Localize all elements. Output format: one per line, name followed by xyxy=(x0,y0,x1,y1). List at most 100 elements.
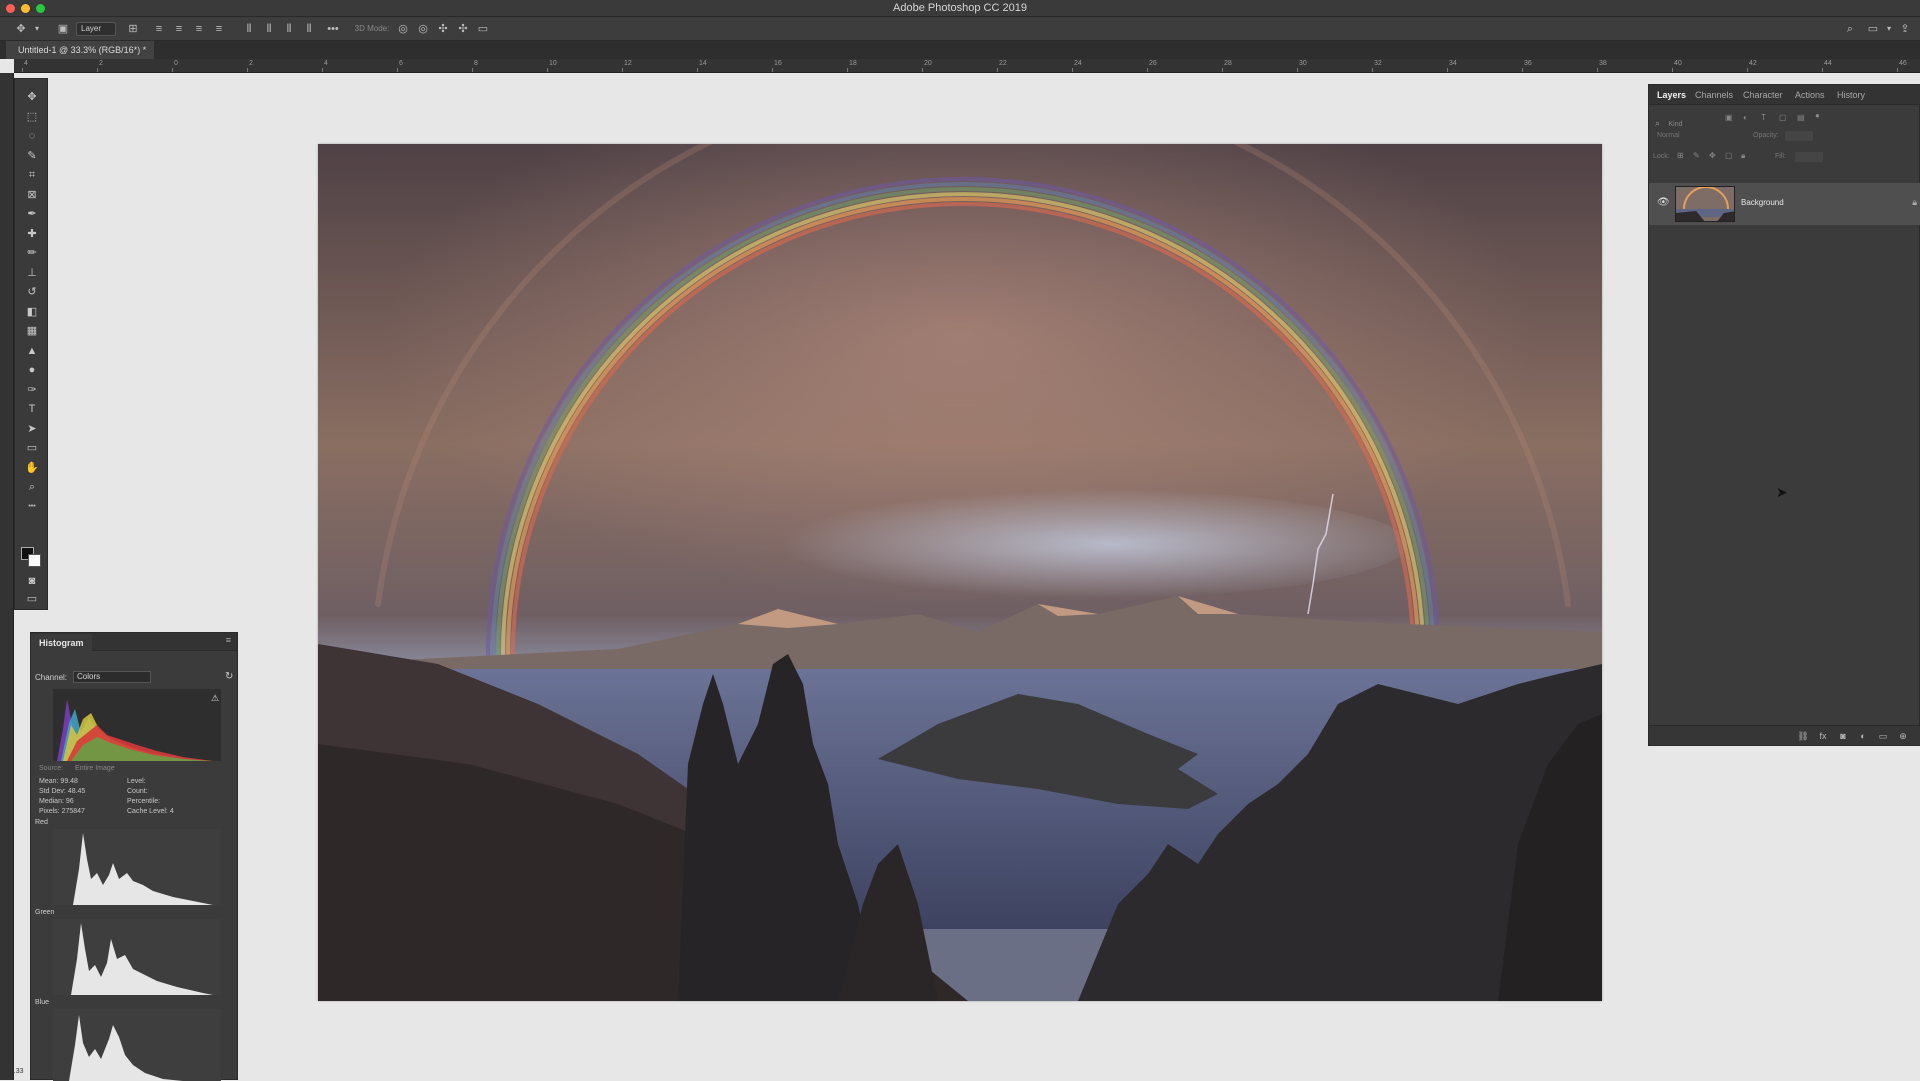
rectangle-icon[interactable]: ▭ xyxy=(23,440,41,456)
background-color-swatch[interactable] xyxy=(28,554,41,567)
source-value[interactable]: Entire Image xyxy=(75,765,115,772)
lock-transparent-icon[interactable]: ⊞ xyxy=(1677,151,1684,160)
blend-mode-select[interactable]: Normal xyxy=(1657,132,1680,139)
lasso-icon[interactable]: ◌ xyxy=(23,128,41,144)
layer-style-icon[interactable]: fx xyxy=(1817,730,1829,742)
lock-artboard-icon[interactable]: ▢ xyxy=(1725,151,1733,160)
document-tab[interactable]: Untitled-1 @ 33.3% (RGB/16*) * xyxy=(6,41,155,59)
history-brush-icon[interactable]: ↺ xyxy=(23,284,41,300)
tab-actions[interactable]: Actions xyxy=(1795,85,1825,105)
eyedropper-icon[interactable]: ✒ xyxy=(23,206,41,222)
healing-icon[interactable]: ✚ xyxy=(23,226,41,242)
search-icon[interactable]: ⌕ xyxy=(1843,22,1857,36)
layer-row[interactable]: 👁︎ Background 🔒︎ xyxy=(1649,183,1920,225)
path-select-icon[interactable]: ➤ xyxy=(23,421,41,437)
quick-mask-icon[interactable]: ◙ xyxy=(23,573,41,589)
tab-channels[interactable]: Channels xyxy=(1695,85,1733,105)
svg-text:⚠: ⚠ xyxy=(211,694,219,704)
align-bottom-icon[interactable]: ≡ xyxy=(192,22,206,36)
filter-toggle-icon[interactable]: ● xyxy=(1815,111,1820,120)
new-group-icon[interactable]: ▭ xyxy=(1877,730,1889,742)
dodge-icon[interactable]: ● xyxy=(23,362,41,378)
gradient-icon[interactable]: ▦ xyxy=(23,323,41,339)
type-icon[interactable]: T xyxy=(23,401,41,417)
filter-smart-object-icon[interactable]: ▤ xyxy=(1797,113,1805,122)
auto-select-target-select[interactable]: Layer xyxy=(76,22,116,36)
show-transform-controls-icon[interactable]: ⊞ xyxy=(126,22,140,36)
kind-filter-select[interactable]: Kind xyxy=(1669,121,1683,128)
distribute-center-icon[interactable]: ⫴ xyxy=(262,22,276,36)
ruler-tick xyxy=(247,68,248,72)
share-icon[interactable]: ⇪ xyxy=(1898,22,1912,36)
panel-menu-icon[interactable]: ≡ xyxy=(226,635,231,645)
workspace-icon[interactable]: ▭ xyxy=(1866,22,1880,36)
refresh-icon[interactable]: ↻ xyxy=(225,671,233,682)
distribute-top-icon[interactable]: ⫴ xyxy=(242,22,256,36)
tab-history[interactable]: History xyxy=(1837,85,1865,105)
distribute-left-icon[interactable]: ⫴ xyxy=(302,22,316,36)
layer-filter[interactable]: ⌕ Kind xyxy=(1655,113,1715,128)
move-icon[interactable]: ✥ xyxy=(23,89,41,105)
hand-icon[interactable]: ✋ xyxy=(23,460,41,476)
ruler-tick xyxy=(1822,68,1823,72)
ruler-tick xyxy=(847,68,848,72)
tool-preset-chevron-icon[interactable]: ▾ xyxy=(30,22,44,36)
quick-select-icon[interactable]: ✎ xyxy=(23,148,41,164)
more-icon[interactable]: ••• xyxy=(23,499,41,515)
horizontal-ruler[interactable]: 4 2 0 2 4 6 8 10 12 14 16 18 20 22 24 26 28 30 32 34 36 38 40 4… xyxy=(14,59,1920,73)
move-tool-icon[interactable]: ✥ xyxy=(14,22,28,36)
distribute-bottom-icon[interactable]: ⫴ xyxy=(282,22,296,36)
auto-select-checkbox[interactable]: ▣ xyxy=(56,22,70,36)
lock-all-icon[interactable]: 🔒︎ xyxy=(1741,151,1745,161)
filter-type-icon[interactable]: T xyxy=(1761,113,1766,122)
align-top-icon[interactable]: ≡ xyxy=(152,22,166,36)
filter-pixel-icon[interactable]: ▣ xyxy=(1725,113,1733,122)
ruler-label: 20 xyxy=(924,60,932,67)
lock-position-icon[interactable]: ✥ xyxy=(1709,151,1716,160)
eraser-icon[interactable]: ◧ xyxy=(23,304,41,320)
pen-icon[interactable]: ✑ xyxy=(23,382,41,398)
align-left-icon[interactable]: ≡ xyxy=(212,22,226,36)
fill-field[interactable] xyxy=(1795,152,1823,162)
histogram-tab[interactable]: Histogram xyxy=(31,634,92,652)
landscape-photo xyxy=(318,144,1602,1001)
workspace-chevron-icon[interactable]: ▾ xyxy=(1882,22,1896,36)
stamp-icon[interactable]: ⊥ xyxy=(23,265,41,281)
layer-name[interactable]: Background xyxy=(1741,198,1784,207)
blur-icon[interactable]: ▲ xyxy=(23,343,41,359)
lock-pixels-icon[interactable]: ✎ xyxy=(1693,151,1700,160)
ruler-label: 42 xyxy=(1749,60,1757,67)
frame-icon[interactable]: ⊠ xyxy=(23,187,41,203)
new-layer-icon[interactable]: ⊕ xyxy=(1897,730,1909,742)
3d-pan-icon[interactable]: ✣ xyxy=(436,22,450,36)
crop-icon[interactable]: ⌗ xyxy=(23,167,41,183)
zoom-level[interactable]: 33.33 xyxy=(0,1068,30,1080)
opacity-field[interactable] xyxy=(1785,131,1813,141)
filter-adjustment-icon[interactable]: ◐ xyxy=(1743,113,1748,122)
channel-label: Channel: xyxy=(35,673,68,682)
3d-roll-icon[interactable]: ◎ xyxy=(416,22,430,36)
tab-character[interactable]: Character xyxy=(1743,85,1783,105)
3d-slide-icon[interactable]: ✣ xyxy=(456,22,470,36)
adjustment-layer-icon[interactable]: ◐ xyxy=(1857,730,1869,742)
3d-scale-icon[interactable]: ▭ xyxy=(476,22,490,36)
ruler-label: 14 xyxy=(699,60,707,67)
filter-shape-icon[interactable]: ▢ xyxy=(1779,113,1787,122)
align-vertical-center-icon[interactable]: ≡ xyxy=(172,22,186,36)
add-mask-icon[interactable]: ◙ xyxy=(1837,730,1849,742)
more-options-icon[interactable]: ••• xyxy=(326,22,340,36)
link-layers-icon[interactable]: ⛓︎ xyxy=(1797,730,1809,742)
tab-layers[interactable]: Layers xyxy=(1657,85,1686,105)
zoom-icon[interactable]: ⌕ xyxy=(23,479,41,495)
3d-orbit-icon[interactable]: ◎ xyxy=(396,22,410,36)
marquee-icon[interactable]: ⬚ xyxy=(23,109,41,125)
document-image[interactable] xyxy=(318,144,1602,1001)
screen-mode-icon[interactable]: ▭ xyxy=(23,591,41,607)
vertical-ruler[interactable] xyxy=(0,73,14,1080)
ruler-label: 36 xyxy=(1524,60,1532,67)
brush-icon[interactable]: ✏ xyxy=(23,245,41,261)
ruler-label: 34 xyxy=(1449,60,1457,67)
cache-level-label: Cache Level: xyxy=(127,808,168,815)
visibility-eye-icon[interactable]: 👁︎ xyxy=(1657,197,1670,208)
channel-select[interactable]: Colors xyxy=(73,671,151,683)
